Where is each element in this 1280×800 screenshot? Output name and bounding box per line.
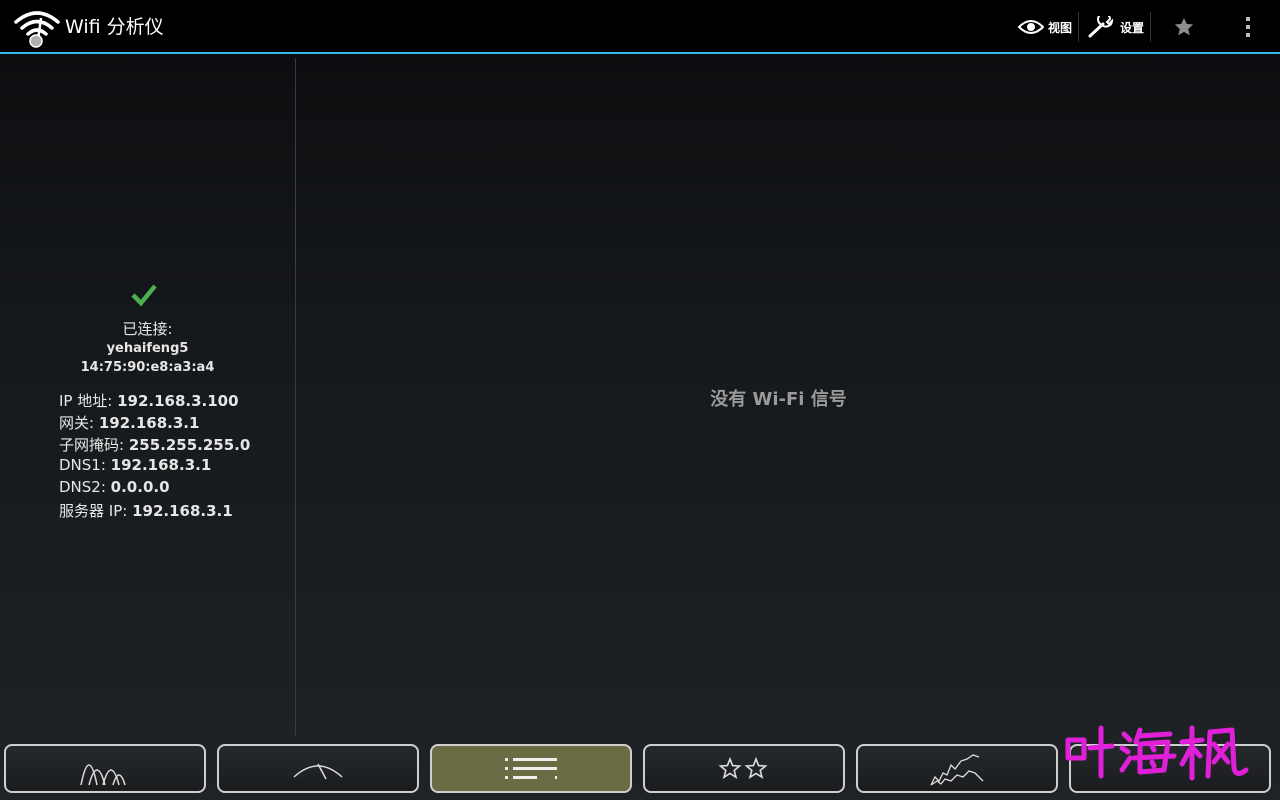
panel-divider	[295, 58, 296, 736]
wrench-icon	[1088, 16, 1114, 38]
ssid-value: yehaifeng5	[106, 341, 189, 356]
dns2-row: DNS2: 0.0.0.0	[59, 478, 170, 496]
tab-time-graph[interactable]	[856, 744, 1058, 793]
app-title: Wifi 分析仪	[65, 16, 164, 38]
tab-channel-graph[interactable]	[4, 744, 206, 793]
info-value: 255.255.255.0	[128, 436, 251, 454]
info-value: 192.168.3.1	[110, 456, 212, 474]
connected-status-label: 已连接:	[122, 320, 173, 338]
info-label: 子网掩码:	[59, 436, 125, 454]
settings-label: 设置	[1119, 20, 1144, 35]
check-icon	[131, 284, 157, 307]
info-label: 网关:	[59, 414, 95, 432]
channel-rating-icon	[718, 756, 768, 779]
action-bar: Wifi 分析仪 视图 设置	[0, 0, 1280, 54]
settings-button[interactable]: 设置	[1084, 0, 1148, 54]
tab-ap-list[interactable]	[430, 744, 632, 793]
info-value: 192.168.3.1	[98, 414, 200, 432]
info-label: DNS1:	[59, 456, 106, 474]
signal-meter-icon	[293, 763, 343, 779]
app-wifi-icon[interactable]	[12, 6, 62, 48]
watermark-signature	[1065, 725, 1249, 781]
eye-icon	[1017, 20, 1044, 34]
overflow-menu-button[interactable]	[1220, 0, 1276, 54]
info-value: 192.168.3.1	[132, 502, 233, 520]
subnet-mask-row: 子网掩码: 255.255.255.0	[59, 434, 250, 455]
favorite-button[interactable]	[1158, 0, 1210, 54]
view-label: 视图	[1047, 20, 1072, 35]
action-separator	[1078, 12, 1079, 42]
tab-signal-meter[interactable]	[217, 744, 419, 793]
server-ip-row: 服务器 IP: 192.168.3.1	[59, 500, 233, 521]
info-label: IP 地址:	[59, 392, 113, 410]
time-graph-icon	[930, 753, 984, 786]
ap-list-icon	[505, 757, 557, 779]
info-value: 192.168.3.100	[117, 392, 239, 410]
info-label: 服务器 IP:	[59, 502, 128, 520]
info-value: 0.0.0.0	[110, 478, 170, 496]
tab-channel-rating[interactable]	[643, 744, 845, 793]
wifi-analyzer-screen: Wifi 分析仪 视图 设置 已连接: yehaifeng5 14:75:90:…	[0, 0, 1280, 800]
bssid-value: 14:75:90:e8:a3:a4	[80, 360, 215, 375]
star-icon	[1174, 17, 1194, 36]
more-vertical-icon	[1246, 17, 1250, 37]
dns1-row: DNS1: 192.168.3.1	[59, 456, 211, 474]
channel-graph-icon	[80, 763, 126, 785]
action-separator	[1150, 12, 1151, 42]
view-button[interactable]: 视图	[1012, 0, 1078, 54]
no-wifi-signal-message: 没有 Wi-Fi 信号	[710, 389, 847, 410]
info-label: DNS2:	[59, 478, 106, 496]
ip-address-row: IP 地址: 192.168.3.100	[59, 390, 239, 411]
gateway-row: 网关: 192.168.3.1	[59, 412, 199, 433]
